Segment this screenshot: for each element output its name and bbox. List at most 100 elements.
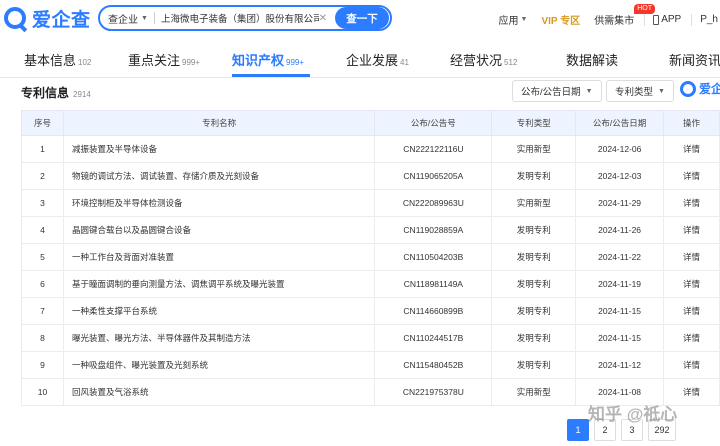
cell-action[interactable]: 详情 — [663, 297, 720, 325]
brand-mini-text: 爱企查 — [699, 82, 720, 96]
tab-basic-info[interactable]: 基本信息 102 — [24, 50, 91, 69]
tab-data-analysis[interactable]: 数据解读 — [566, 50, 618, 69]
tab-count: 999+ — [182, 58, 201, 67]
cell-action[interactable]: 详情 — [663, 270, 720, 298]
cell-type: 发明专利 — [491, 297, 577, 325]
tab-count: 512 — [504, 58, 518, 67]
search-scope-label: 查企业 — [108, 14, 138, 26]
logo[interactable]: 爱企查 — [4, 6, 91, 31]
cell-no: 6 — [21, 270, 64, 298]
cell-action[interactable]: 详情 — [663, 216, 720, 244]
cell-no: 4 — [21, 216, 64, 244]
header-no: 序号 — [21, 110, 64, 136]
cell-name: 一种吸盘组件、曝光装置及光刻系统 — [62, 351, 376, 379]
tab-label: 重点关注 — [128, 53, 181, 68]
cell-action[interactable]: 详情 — [663, 324, 720, 352]
user-label: P_h — [700, 14, 718, 25]
cell-action[interactable]: 详情 — [663, 162, 720, 190]
date-filter-dropdown[interactable]: 公布/公告日期 ▼ — [512, 80, 602, 102]
cell-pub-no: CN118981149A — [374, 270, 493, 298]
vip-link[interactable]: VIP 专区 — [541, 12, 580, 27]
tab-label: 新闻资讯 — [669, 53, 720, 68]
cell-name: 减振装置及半导体设备 — [62, 135, 376, 163]
table-row: 8 曝光装置、曝光方法、半导体器件及其制造方法 CN110244517B 发明专利 20… — [21, 324, 720, 352]
tab-count: 999+ — [286, 58, 305, 67]
logo-icon — [680, 80, 696, 97]
tab-label: 经营状况 — [450, 53, 503, 68]
cell-no: 8 — [21, 324, 64, 352]
cell-pub-no: CN119065205A — [374, 162, 493, 190]
cell-pub-no: CN114660899B — [374, 297, 493, 325]
page-1[interactable]: 1 — [567, 419, 589, 441]
table-row: 9 一种吸盘组件、曝光装置及光刻系统 CN115480452B 发明专利 2024-11… — [21, 351, 720, 379]
cell-name: 曝光装置、曝光方法、半导体器件及其制造方法 — [62, 324, 376, 352]
supply-label: 供需集市 — [594, 16, 635, 27]
apply-menu[interactable]: 应用 ▼ — [499, 12, 528, 27]
type-filter-dropdown[interactable]: 专利类型 ▼ — [606, 80, 674, 102]
cell-no: 9 — [21, 351, 64, 379]
search-box: 查企业 ▼ ✕ 查一下 — [98, 5, 392, 31]
tab-intellectual-property[interactable]: 知识产权 999+ — [232, 50, 304, 69]
cell-type: 发明专利 — [491, 216, 577, 244]
cell-pub-no: CN119028859A — [374, 216, 493, 244]
cell-no: 7 — [21, 297, 64, 325]
cell-action[interactable]: 详情 — [663, 189, 720, 217]
tab-news[interactable]: 新闻资讯 — [669, 50, 720, 69]
cell-action[interactable]: 详情 — [663, 243, 720, 271]
header-pub-no: 公布/公告号 — [374, 110, 493, 136]
cell-action[interactable]: 详情 — [663, 135, 720, 163]
cell-no: 1 — [21, 135, 64, 163]
patent-table: 序号 专利名称 公布/公告号 专利类型 公布/公告日期 操作 1 减振装置及半导体… — [21, 110, 720, 406]
search-button[interactable]: 查一下 — [335, 7, 389, 29]
table-row: 4 晶圆键合载台以及晶圆键合设备 CN119028859A 发明专利 2024-11-2… — [21, 216, 720, 244]
header-date: 公布/公告日期 — [575, 110, 665, 136]
header-action: 操作 — [663, 110, 720, 136]
cell-type: 实用新型 — [491, 135, 577, 163]
cell-pub-no: CN221975378U — [374, 378, 493, 406]
cell-no: 2 — [21, 162, 64, 190]
cell-date: 2024-11-26 — [575, 216, 665, 244]
cell-action[interactable]: 详情 — [663, 351, 720, 379]
supply-market-link[interactable]: 供需集市 HOT — [594, 4, 655, 27]
clear-icon[interactable]: ✕ — [319, 13, 327, 24]
cell-no: 10 — [21, 378, 64, 406]
user-menu[interactable]: P_h — [700, 14, 718, 25]
header-name: 专利名称 — [62, 110, 376, 136]
cell-date: 2024-12-06 — [575, 135, 665, 163]
tab-count: 41 — [400, 58, 409, 67]
apply-label: 应用 — [498, 16, 519, 27]
table-row: 6 基于瞳面调制的垂向测量方法、调焦调平系统及曝光装置 CN118981149A 发明… — [21, 270, 720, 298]
search-scope-select[interactable]: 查企业 ▼ — [100, 11, 148, 26]
cell-pub-no: CN222089963U — [374, 189, 493, 217]
tab-operations[interactable]: 经营状况 512 — [450, 50, 517, 69]
cell-type: 发明专利 — [491, 351, 577, 379]
cell-name: 环境控制柜及半导体检测设备 — [62, 189, 376, 217]
cell-no: 5 — [21, 243, 64, 271]
cell-type: 发明专利 — [491, 162, 577, 190]
header-type: 专利类型 — [491, 110, 577, 136]
cell-date: 2024-11-29 — [575, 189, 665, 217]
cell-date: 2024-11-15 — [575, 324, 665, 352]
cell-pub-no: CN110504203B — [374, 243, 493, 271]
table-row: 3 环境控制柜及半导体检测设备 CN222089963U 实用新型 2024-11-29… — [21, 189, 720, 217]
hot-badge: HOT — [634, 4, 655, 14]
cell-pub-no: CN222122116U — [374, 135, 493, 163]
tab-development[interactable]: 企业发展 41 — [346, 50, 409, 69]
table-row: 5 一种工作台及背面对准装置 CN110504203B 发明专利 2024-11-22 详… — [21, 243, 720, 271]
app-link[interactable]: APP — [653, 14, 681, 25]
search-input[interactable] — [160, 12, 319, 24]
cell-name: 一种柔性支撑平台系统 — [62, 297, 376, 325]
cell-type: 实用新型 — [491, 189, 577, 217]
cell-pub-no: CN110244517B — [374, 324, 493, 352]
chevron-down-icon: ▼ — [585, 87, 593, 95]
cell-name: 基于瞳面调制的垂向测量方法、调焦调平系统及曝光装置 — [62, 270, 376, 298]
chevron-down-icon: ▼ — [141, 14, 148, 22]
watermark: 知乎 @祗心 — [588, 405, 678, 424]
table-row: 2 物镜的调试方法、调试装置、存储介质及光刻设备 CN119065205A 发明专利 2… — [21, 162, 720, 190]
table-row: 7 一种柔性支撑平台系统 CN114660899B 发明专利 2024-11-15 详情 — [21, 297, 720, 325]
tab-key-focus[interactable]: 重点关注 999+ — [128, 50, 200, 69]
cell-pub-no: CN115480452B — [374, 351, 493, 379]
tab-label: 知识产权 — [232, 53, 285, 68]
cell-type: 发明专利 — [491, 270, 577, 298]
cell-date: 2024-11-19 — [575, 270, 665, 298]
